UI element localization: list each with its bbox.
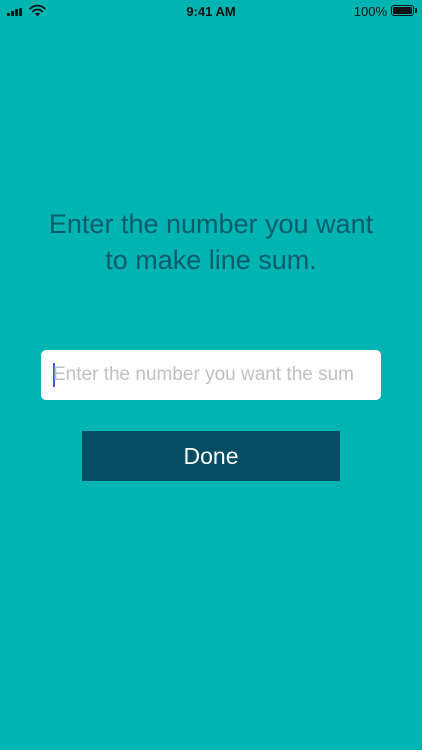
number-input[interactable]: [53, 350, 375, 400]
number-input-container: [41, 350, 381, 400]
prompt-line-1: Enter the number you want: [48, 209, 374, 239]
status-bar: 9:41 AM 100%: [0, 0, 422, 24]
done-button[interactable]: Done: [82, 431, 340, 481]
battery-icon: [391, 5, 417, 16]
battery-level: [393, 7, 412, 14]
battery-percentage: 100%: [353, 4, 387, 19]
prompt-heading: Enter the number you want to make line s…: [20, 206, 402, 278]
prompt-line-2: to make line sum.: [105, 245, 317, 275]
